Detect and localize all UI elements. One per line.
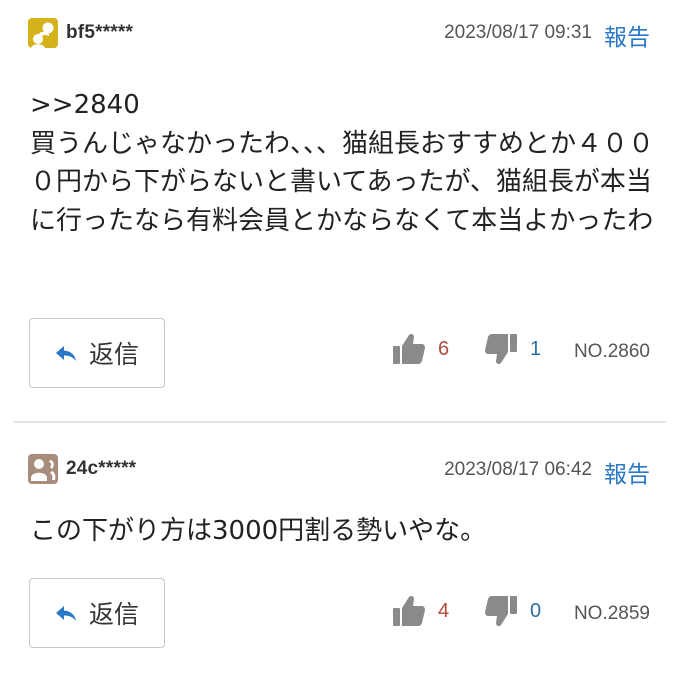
- reply-button[interactable]: 返信: [29, 578, 165, 648]
- downvote-button[interactable]: 0: [484, 594, 541, 628]
- user-avatar-icon[interactable]: [28, 18, 58, 48]
- post-timestamp: 2023/08/17 09:31: [444, 22, 592, 43]
- downvote-count: 1: [530, 337, 542, 360]
- upvote-button[interactable]: 6: [392, 332, 449, 366]
- user-avatar-icon[interactable]: [28, 454, 58, 484]
- reply-arrow-icon: [55, 346, 76, 361]
- upvote-button[interactable]: 4: [392, 594, 449, 628]
- comment-body: この下がり方は3000円割る勢いやな。: [30, 516, 487, 546]
- username[interactable]: bf5*****: [66, 22, 133, 44]
- downvote-button[interactable]: 1: [484, 332, 541, 366]
- upvote-count: 4: [438, 599, 450, 622]
- reply-label: 返信: [88, 600, 139, 629]
- post-number: NO.2859: [573, 603, 650, 624]
- downvote-count: 0: [530, 599, 542, 622]
- report-link[interactable]: 報告: [604, 18, 650, 52]
- post-number: NO.2860: [573, 341, 650, 362]
- comment-thread: bf5***** 2023/08/17 09:31 報告 >>2840 買うんじ…: [0, 0, 680, 680]
- reply-arrow-icon: [55, 606, 76, 621]
- post-timestamp: 2023/08/17 06:42: [444, 459, 592, 480]
- reply-button[interactable]: 返信: [29, 318, 165, 388]
- comment-divider: [14, 421, 666, 423]
- upvote-count: 6: [438, 337, 450, 360]
- thumbs-down-icon: [485, 334, 517, 365]
- thumbs-up-icon: [393, 595, 425, 626]
- thumbs-down-icon: [485, 596, 517, 627]
- comment-body: >>2840 買うんじゃなかったわ、、、猫組長おすすめとか４０００円から下がらな…: [30, 90, 655, 236]
- report-link[interactable]: 報告: [604, 455, 650, 489]
- username[interactable]: 24c*****: [66, 458, 136, 480]
- reply-label: 返信: [88, 340, 139, 369]
- comment-item: 24c***** 2023/08/17 06:42 報告 この下がり方は3000…: [0, 424, 680, 680]
- thumbs-up-icon: [393, 333, 425, 364]
- comment-item: bf5***** 2023/08/17 09:31 報告 >>2840 買うんじ…: [0, 0, 680, 422]
